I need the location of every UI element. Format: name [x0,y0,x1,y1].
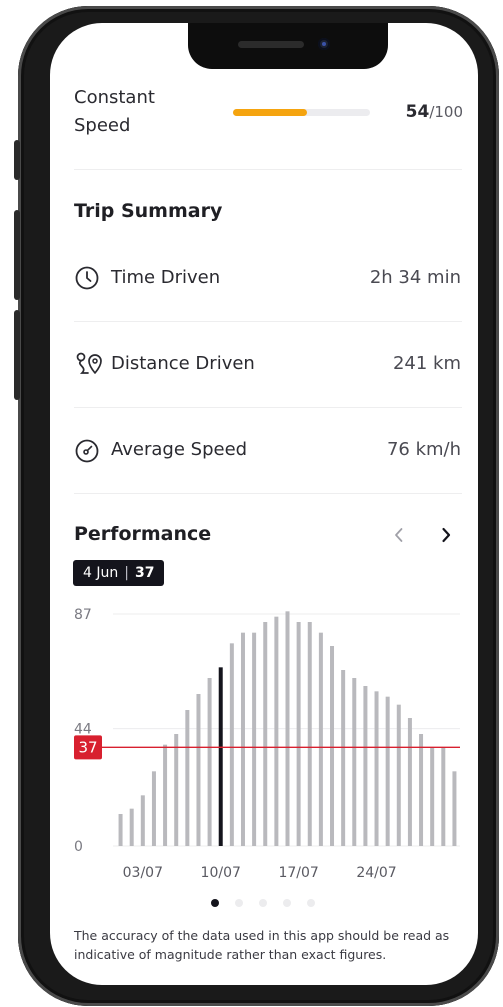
distance-driven-value: 241 km [392,353,461,374]
divider [74,169,462,170]
bar [196,694,201,846]
time-driven-value: 2h 34 min [369,267,461,288]
bar [296,622,301,846]
chevron-left-icon[interactable] [389,522,409,548]
bar [163,744,168,846]
bar [330,646,335,846]
page-dot[interactable] [283,899,291,907]
bar [151,771,156,846]
score-value: 54 [405,102,430,122]
divider [74,407,462,408]
x-tick-label: 03/07 [123,865,163,881]
average-speed-value: 76 km/h [386,439,461,460]
bar [396,704,401,846]
volume-up-button [14,210,20,300]
bar [363,686,368,846]
selected-value: 37 [134,565,155,581]
volume-down-button [14,310,20,400]
performance-chart: 87 44 0 37 03/07 10/07 17/07 24/07 [74,607,460,881]
route-pin-icon [74,351,104,377]
notch [188,23,388,69]
chevron-right-icon[interactable] [436,522,456,548]
distance-driven-label: Distance Driven [111,353,255,374]
bar [240,632,245,846]
y-tick-label: 87 [74,607,92,623]
bar [263,622,268,846]
page-dot[interactable] [307,899,315,907]
bar [140,795,145,846]
bar [285,611,290,846]
reference-label: 37 [78,738,97,756]
constant-speed-progress-fill [233,109,307,116]
bar [419,734,424,846]
app-screen: Constant Speed 54/100 Trip Summary Time … [0,0,503,1007]
speedometer-icon [74,438,100,464]
selected-bar-badge: 4 Jun | 37 [73,560,165,586]
divider [74,321,462,322]
page-dot[interactable] [235,899,243,907]
constant-speed-label: Constant Speed [74,87,155,136]
bar [352,678,357,846]
clock-icon [74,265,100,291]
score-max: /100 [429,103,463,121]
bar [252,632,257,846]
bar [118,814,123,846]
time-driven-label: Time Driven [111,267,221,288]
accuracy-disclaimer: The accuracy of the data used in this ap… [74,928,450,962]
bar [185,710,190,846]
camera-icon [318,38,330,50]
performance-title: Performance [74,523,212,545]
divider [74,493,462,494]
bar [452,771,457,846]
badge-separator: | [124,565,129,581]
constant-speed-score: 54/100 [383,102,463,122]
bar [207,678,212,846]
bar [229,643,234,846]
trip-summary-title: Trip Summary [74,200,223,222]
y-tick-label: 0 [74,839,83,855]
bar [174,734,179,846]
speaker-grille [238,41,304,48]
mute-switch [14,140,20,180]
y-tick-label: 44 [74,722,92,738]
bar [129,808,134,846]
bar [341,670,346,846]
bar [274,616,279,846]
highlighted-bar [218,667,223,846]
x-tick-label: 17/07 [278,865,318,881]
bar [307,622,312,846]
bar [441,747,446,846]
bar [318,632,323,846]
selected-date: 4 Jun [83,565,119,581]
bar [407,718,412,846]
bar [385,696,390,846]
x-tick-label: 10/07 [201,865,241,881]
bar [430,747,435,846]
page-indicator [211,899,315,907]
page-dot[interactable] [259,899,267,907]
page-dot[interactable] [211,899,219,907]
x-tick-label: 24/07 [356,865,396,881]
constant-speed-progress-bar [233,109,370,116]
average-speed-label: Average Speed [111,439,248,460]
bar [374,691,379,846]
